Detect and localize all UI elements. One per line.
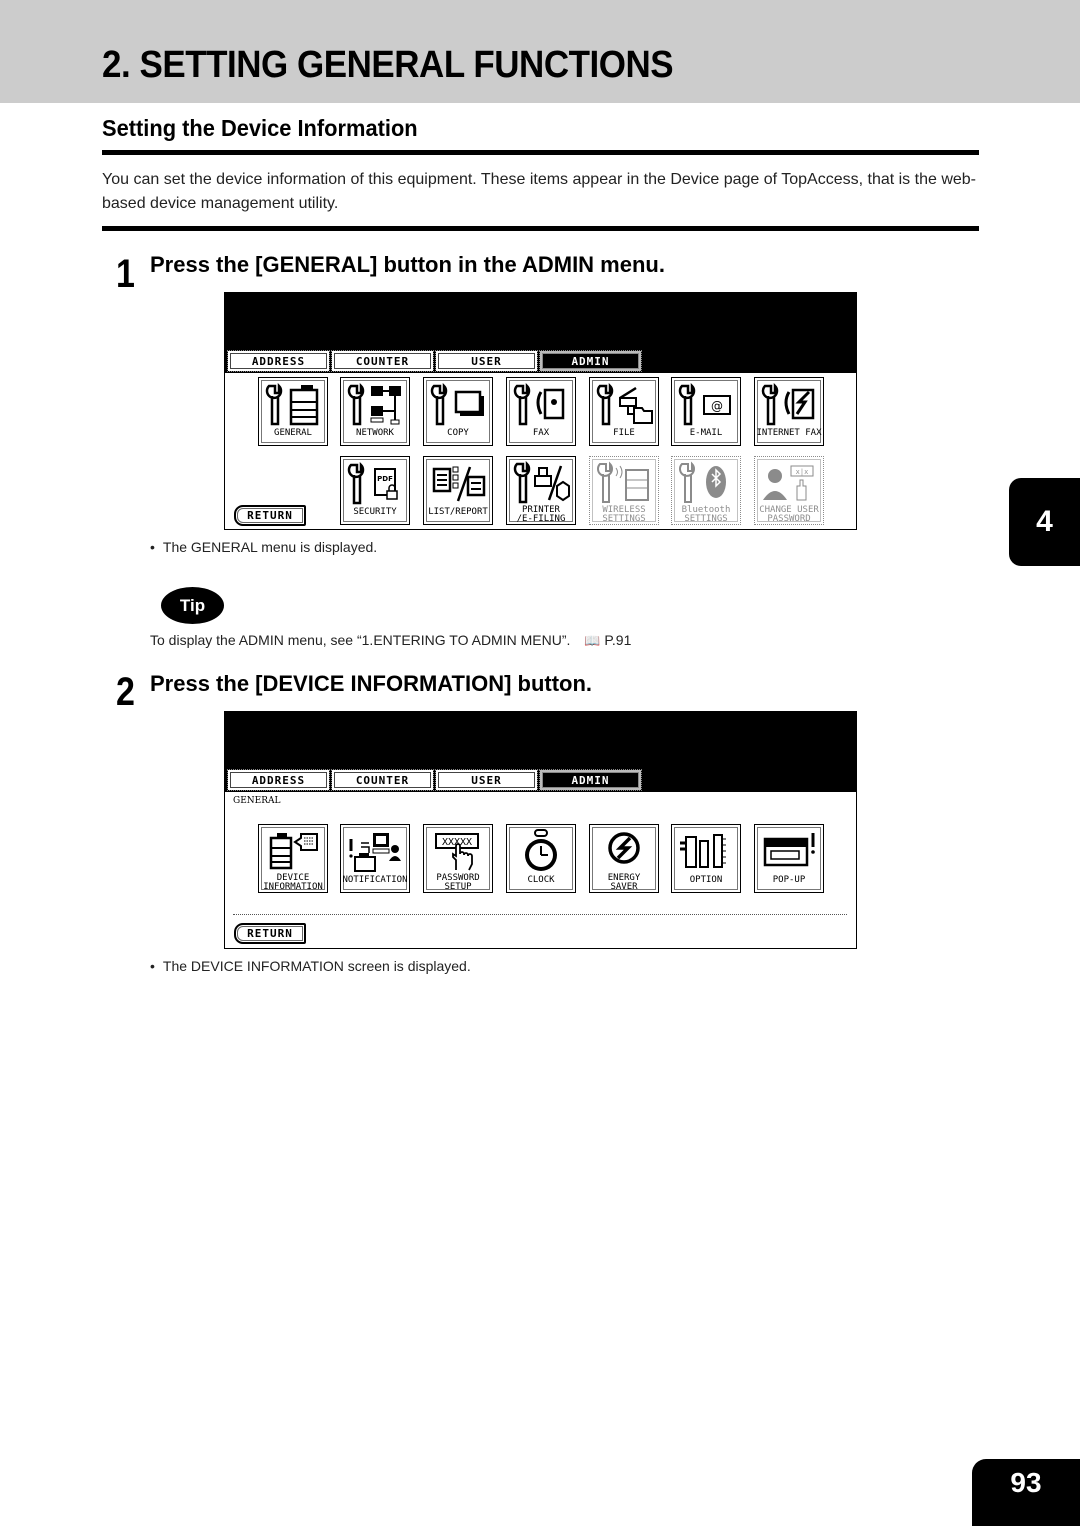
printer-efiling-button[interactable]: PRINTER /E-FILING — [506, 456, 576, 525]
tip-message: To display the ADMIN menu, see “1.ENTERI… — [150, 632, 571, 648]
wrench-network-icon — [343, 381, 407, 429]
book-icon: 📖 — [584, 633, 601, 648]
step-2-result: The DEVICE INFORMATION screen is display… — [150, 958, 471, 974]
step-1-number: 1 — [116, 252, 135, 296]
section-title: Setting the Device Information — [102, 115, 418, 141]
wrench-internet-fax-icon — [757, 381, 821, 429]
page-title: 2. SETTING GENERAL FUNCTIONS — [102, 44, 674, 86]
tab-admin[interactable]: ADMIN — [539, 769, 642, 791]
tab-user[interactable]: USER — [435, 769, 538, 791]
change-user-password-button: x|x CHANGE USER PASSWORD — [754, 456, 824, 525]
wrench-copy-icon — [426, 381, 490, 429]
tip-badge: Tip — [161, 587, 224, 624]
tab-admin[interactable]: ADMIN — [539, 350, 642, 372]
divider — [233, 914, 847, 915]
email-button[interactable]: @ E-MAIL — [671, 377, 741, 446]
tab-bar: ADDRESS COUNTER USER ADMIN — [227, 350, 642, 373]
internet-fax-label: INTERNET FAX — [756, 428, 822, 438]
section-rule-top — [102, 150, 979, 155]
notification-label: NOTIFICATION — [342, 875, 408, 885]
list-report-label: LIST/REPORT — [428, 507, 488, 517]
step-2-text: Press the [DEVICE INFORMATION] button. — [150, 671, 593, 696]
email-label: E-MAIL — [689, 428, 723, 438]
svg-text:@: @ — [711, 399, 723, 413]
page-number: 93 — [972, 1459, 1080, 1526]
tab-counter[interactable]: COUNTER — [331, 350, 434, 372]
energy-saver-button[interactable]: ENERGY SAVER — [589, 824, 659, 893]
section-rule-bottom — [102, 226, 979, 231]
return-button[interactable]: RETURN — [234, 923, 306, 944]
tab-user[interactable]: USER — [435, 350, 538, 372]
password-setup-button[interactable]: XXXXX PASSWORD SETUP — [423, 824, 493, 893]
step-2-number: 2 — [116, 670, 135, 714]
notification-button[interactable]: NOTIFICATION — [340, 824, 410, 893]
wrench-email-icon: @ — [674, 381, 738, 429]
device-information-icon — [261, 828, 325, 874]
svg-text:x|x: x|x — [796, 468, 809, 476]
breadcrumb: GENERAL — [233, 796, 281, 806]
list-report-button[interactable]: LIST/REPORT — [423, 456, 493, 525]
wrench-fax-icon — [509, 381, 573, 429]
step-1-result: The GENERAL menu is displayed. — [150, 539, 377, 555]
internet-fax-button[interactable]: INTERNET FAX — [754, 377, 824, 446]
file-label: FILE — [613, 428, 635, 438]
stopwatch-icon — [509, 828, 573, 876]
admin-menu-panel: ADDRESS COUNTER USER ADMIN GENERAL NETWO… — [224, 292, 857, 530]
wrench-bluetooth-icon — [674, 460, 738, 506]
option-button[interactable]: OPTION — [671, 824, 741, 893]
bluetooth-settings-label: Bluetooth SETTINGS — [681, 505, 731, 524]
general-button[interactable]: GENERAL — [258, 377, 328, 446]
tip-page-ref[interactable]: P.91 — [604, 632, 631, 648]
energy-saver-icon — [592, 828, 656, 874]
tab-address[interactable]: ADDRESS — [227, 350, 330, 372]
option-label: OPTION — [689, 875, 723, 885]
wrench-printer-icon — [509, 460, 573, 506]
wireless-settings-label: WIRELESS SETTINGS — [602, 505, 646, 524]
general-label: GENERAL — [274, 428, 312, 438]
wrench-pdf-lock-icon: PDF — [343, 460, 407, 508]
device-information-label: DEVICE INFORMATION — [263, 873, 323, 892]
wrench-wireless-icon — [592, 460, 656, 506]
device-information-button[interactable]: DEVICE INFORMATION — [258, 824, 328, 893]
password-setup-label: PASSWORD SETUP — [436, 873, 480, 892]
fax-button[interactable]: FAX — [506, 377, 576, 446]
security-button[interactable]: PDF SECURITY — [340, 456, 410, 525]
bluetooth-settings-button: Bluetooth SETTINGS — [671, 456, 741, 525]
svg-text:PDF: PDF — [377, 475, 393, 483]
fax-label: FAX — [532, 428, 550, 438]
list-report-icon — [426, 460, 490, 508]
tab-bar: ADDRESS COUNTER USER ADMIN — [227, 769, 642, 792]
popup-button[interactable]: POP-UP — [754, 824, 824, 893]
wrench-copier-icon — [261, 381, 325, 429]
security-label: SECURITY — [353, 507, 397, 517]
printer-efiling-label: PRINTER /E-FILING — [516, 505, 566, 524]
general-menu-panel: ADDRESS COUNTER USER ADMIN GENERAL DEVIC… — [224, 711, 857, 949]
chapter-tab: 4 — [1009, 478, 1080, 566]
popup-icon — [757, 828, 821, 876]
tip-text: To display the ADMIN menu, see “1.ENTERI… — [150, 632, 631, 649]
clock-label: CLOCK — [527, 875, 555, 885]
copy-button[interactable]: COPY — [423, 377, 493, 446]
user-password-icon: x|x — [757, 460, 821, 506]
notification-icon — [343, 828, 407, 876]
intro-paragraph: You can set the device information of th… — [102, 171, 976, 212]
option-icon — [674, 828, 738, 876]
energy-saver-label: ENERGY SAVER — [607, 873, 641, 892]
step-1-text: Press the [GENERAL] button in the ADMIN … — [150, 252, 665, 277]
password-setup-icon: XXXXX — [426, 828, 490, 874]
wireless-settings-button: WIRELESS SETTINGS — [589, 456, 659, 525]
return-button[interactable]: RETURN — [234, 505, 306, 526]
copy-label: COPY — [447, 428, 469, 438]
file-button[interactable]: FILE — [589, 377, 659, 446]
change-user-password-label: CHANGE USER PASSWORD — [759, 505, 819, 524]
tab-counter[interactable]: COUNTER — [331, 769, 434, 791]
network-label: NETWORK — [356, 428, 394, 438]
network-button[interactable]: NETWORK — [340, 377, 410, 446]
popup-label: POP-UP — [772, 875, 806, 885]
wrench-file-icon — [592, 381, 656, 429]
clock-button[interactable]: CLOCK — [506, 824, 576, 893]
tab-address[interactable]: ADDRESS — [227, 769, 330, 791]
